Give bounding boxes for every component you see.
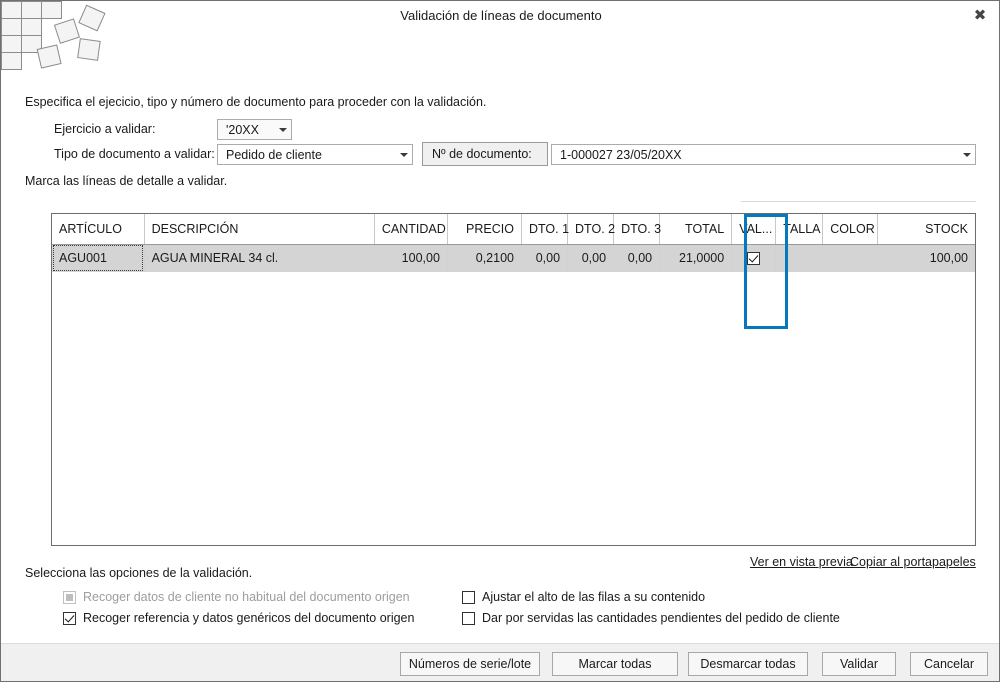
column-header-color[interactable]: COLOR — [822, 214, 879, 245]
cell-dto1[interactable]: 0,00 — [521, 244, 569, 272]
table-row[interactable]: AGU001 AGUA MINERAL 34 cl. 100,00 0,2100… — [52, 244, 975, 272]
dialog-footer: Números de serie/lote Marcar todas Desma… — [1, 643, 999, 681]
column-header-talla[interactable]: TALLA — [775, 214, 824, 245]
numeros-serie-lote-button[interactable]: Números de serie/lote — [400, 652, 540, 676]
title-bar: Validación de líneas de documento ✖ — [1, 1, 999, 29]
column-header-dto3[interactable]: DTO. 3 — [613, 214, 661, 245]
page-title: Validación de líneas de documento — [400, 8, 602, 23]
cell-stock[interactable]: 100,00 — [877, 244, 975, 272]
option-label: Ajustar el alto de las filas a su conten… — [482, 590, 706, 604]
option-recoger-referencia[interactable]: Recoger referencia y datos genéricos del… — [63, 611, 414, 625]
column-header-descripcion[interactable]: DESCRIPCIÓN — [144, 214, 375, 245]
chevron-down-icon — [273, 120, 291, 139]
option-label: Recoger referencia y datos genéricos del… — [83, 611, 415, 625]
cell-talla[interactable] — [775, 244, 824, 272]
ver-vista-previa-link[interactable]: Ver en vista previa — [750, 555, 853, 569]
chevron-down-icon — [394, 145, 412, 164]
checkbox-checked-icon — [63, 611, 76, 625]
numero-documento-value: 1-000027 23/05/20XX — [560, 147, 682, 162]
option-label: Recoger datos de cliente no habitual del… — [83, 590, 410, 604]
desmarcar-todas-button[interactable]: Desmarcar todas — [688, 652, 808, 676]
marca-instruction: Marca las líneas de detalle a validar. — [25, 174, 228, 188]
grid-table: ARTÍCULO DESCRIPCIÓN CANTIDAD PRECIO DTO… — [52, 214, 975, 272]
validar-button[interactable]: Validar — [822, 652, 896, 676]
column-header-articulo[interactable]: ARTÍCULO — [52, 214, 145, 245]
ejercicio-label: Ejercicio a validar: — [54, 122, 156, 136]
cancelar-button[interactable]: Cancelar — [910, 652, 988, 676]
option-dar-por-servidas[interactable]: Dar por servidas las cantidades pendient… — [462, 611, 840, 625]
cell-cantidad[interactable]: 100,00 — [374, 244, 448, 272]
cell-dto2[interactable]: 0,00 — [567, 244, 615, 272]
ejercicio-select[interactable]: '20XX — [217, 119, 292, 140]
marcar-todas-button[interactable]: Marcar todas — [552, 652, 678, 676]
checkbox-checked-icon — [747, 252, 761, 266]
grid-header-row: ARTÍCULO DESCRIPCIÓN CANTIDAD PRECIO DTO… — [52, 214, 975, 245]
copiar-portapapeles-link[interactable]: Copiar al portapapeles — [850, 555, 976, 569]
options-instruction: Selecciona las opciones de la validación… — [25, 566, 253, 580]
ejercicio-value: '20XX — [226, 122, 259, 137]
option-ajustar-alto-filas[interactable]: Ajustar el alto de las filas a su conten… — [462, 590, 705, 604]
checkbox-unchecked-icon — [462, 611, 475, 625]
column-header-dto2[interactable]: DTO. 2 — [567, 214, 615, 245]
column-header-precio[interactable]: PRECIO — [447, 214, 522, 245]
numero-documento-button[interactable]: Nº de documento: — [422, 142, 548, 166]
grid-top-divider — [741, 201, 976, 202]
column-header-dto1[interactable]: DTO. 1 — [521, 214, 569, 245]
detail-lines-grid[interactable]: ARTÍCULO DESCRIPCIÓN CANTIDAD PRECIO DTO… — [51, 213, 976, 546]
cell-articulo[interactable]: AGU001 — [52, 244, 145, 272]
chevron-down-icon — [957, 145, 975, 164]
option-recoger-datos-cliente: Recoger datos de cliente no habitual del… — [63, 590, 410, 604]
option-label: Dar por servidas las cantidades pendient… — [482, 611, 840, 625]
checkbox-disabled-icon — [63, 590, 76, 604]
checkbox-unchecked-icon — [462, 590, 475, 604]
numero-documento-select[interactable]: 1-000027 23/05/20XX — [551, 144, 976, 165]
column-header-total[interactable]: TOTAL — [659, 214, 733, 245]
column-header-stock[interactable]: STOCK — [877, 214, 975, 245]
cell-total[interactable]: 21,0000 — [659, 244, 733, 272]
cell-dto3[interactable]: 0,00 — [613, 244, 661, 272]
cell-descripcion[interactable]: AGUA MINERAL 34 cl. — [144, 244, 375, 272]
intro-instruction: Especifica el ejecicio, tipo y número de… — [25, 95, 487, 109]
tipo-documento-select[interactable]: Pedido de cliente — [217, 144, 413, 165]
close-icon[interactable]: ✖ — [960, 2, 999, 29]
tipo-documento-label: Tipo de documento a validar: — [54, 147, 215, 161]
column-header-cantidad[interactable]: CANTIDAD — [374, 214, 448, 245]
tipo-documento-value: Pedido de cliente — [226, 147, 322, 162]
cell-validada-checkbox[interactable] — [731, 244, 777, 272]
cell-color[interactable] — [822, 244, 879, 272]
cell-precio[interactable]: 0,2100 — [447, 244, 522, 272]
column-header-validada[interactable]: VAL... — [731, 214, 777, 245]
validation-dialog: Validación de líneas de documento ✖ Espe… — [0, 0, 1000, 682]
